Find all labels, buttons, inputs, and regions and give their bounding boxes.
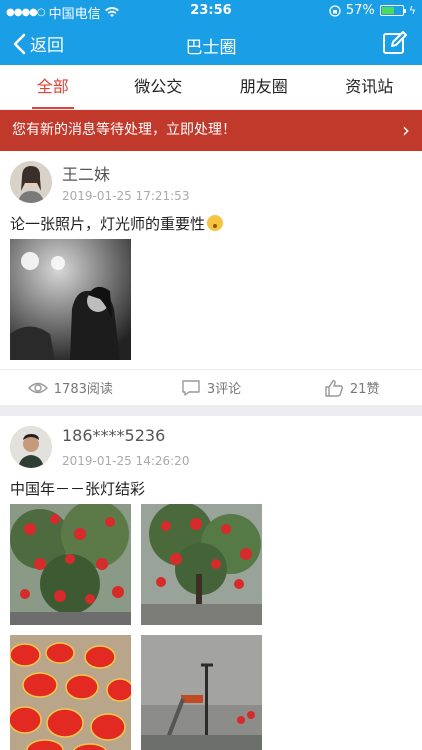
banner-text: 您有新的消息等待处理，立即处理！ xyxy=(12,122,236,138)
tab-all[interactable]: 全部 xyxy=(0,65,106,109)
battery-percent: 57% xyxy=(345,3,375,18)
rotation-lock-icon xyxy=(329,4,341,17)
tab-moments[interactable]: 朋友圈 xyxy=(211,65,317,109)
read-count[interactable]: 1783阅读 xyxy=(0,370,141,405)
avatar[interactable] xyxy=(10,161,52,203)
post-card: 王二妹 2019-01-25 17:21:53 论一张照片，灯光师的重要性 17… xyxy=(0,151,422,405)
notification-banner[interactable]: 您有新的消息等待处理，立即处理！ › xyxy=(0,110,422,151)
page-title: 巴士圈 xyxy=(185,38,237,58)
tab-news[interactable]: 资讯站 xyxy=(317,65,422,109)
nav-bar: 返回 巴士圈 xyxy=(0,22,422,65)
username[interactable]: 王二妹 xyxy=(62,161,110,185)
post-photo[interactable] xyxy=(141,504,262,625)
username[interactable]: 186****5236 xyxy=(62,426,165,445)
battery-icon xyxy=(379,5,406,16)
charging-icon: ϟ xyxy=(408,4,416,17)
category-tabs: 全部 微公交 朋友圈 资讯站 xyxy=(0,65,422,109)
read-label: 1783阅读 xyxy=(53,382,113,397)
post-photo[interactable] xyxy=(10,239,131,360)
comment-icon xyxy=(182,379,200,396)
post-actions: 1783阅读 3评论 21赞 xyxy=(0,369,422,405)
post-text: 中国年－－张灯结彩 xyxy=(10,480,146,498)
post-text: 论一张照片，灯光师的重要性 xyxy=(10,213,224,234)
like-label: 21赞 xyxy=(349,382,380,397)
thumbs-up-icon xyxy=(325,379,343,397)
post-time: 2019-01-25 14:26:20 xyxy=(62,454,190,468)
comment-button[interactable]: 3评论 xyxy=(141,370,282,405)
post-card: 186****5236 2019-01-25 14:26:20 中国年－－张灯结… xyxy=(0,416,422,750)
like-button[interactable]: 21赞 xyxy=(281,370,422,405)
battery-group: 57% ϟ xyxy=(329,3,416,18)
chevron-right-icon: › xyxy=(402,118,410,142)
post-time: 2019-01-25 17:21:53 xyxy=(62,189,190,203)
avatar[interactable] xyxy=(10,426,52,468)
post-photo[interactable] xyxy=(10,504,131,625)
compose-icon[interactable] xyxy=(382,30,408,56)
eye-icon xyxy=(27,382,48,393)
tab-micro-bus[interactable]: 微公交 xyxy=(106,65,212,109)
post-text-label: 论一张照片，灯光师的重要性 xyxy=(10,215,206,233)
post-photo[interactable] xyxy=(10,635,131,750)
flushed-emoji-icon xyxy=(207,215,224,231)
comment-label: 3评论 xyxy=(206,382,242,397)
post-photo[interactable] xyxy=(141,635,262,750)
status-bar: ●●●●○ 中国电信 23:56 57% ϟ xyxy=(0,0,422,22)
